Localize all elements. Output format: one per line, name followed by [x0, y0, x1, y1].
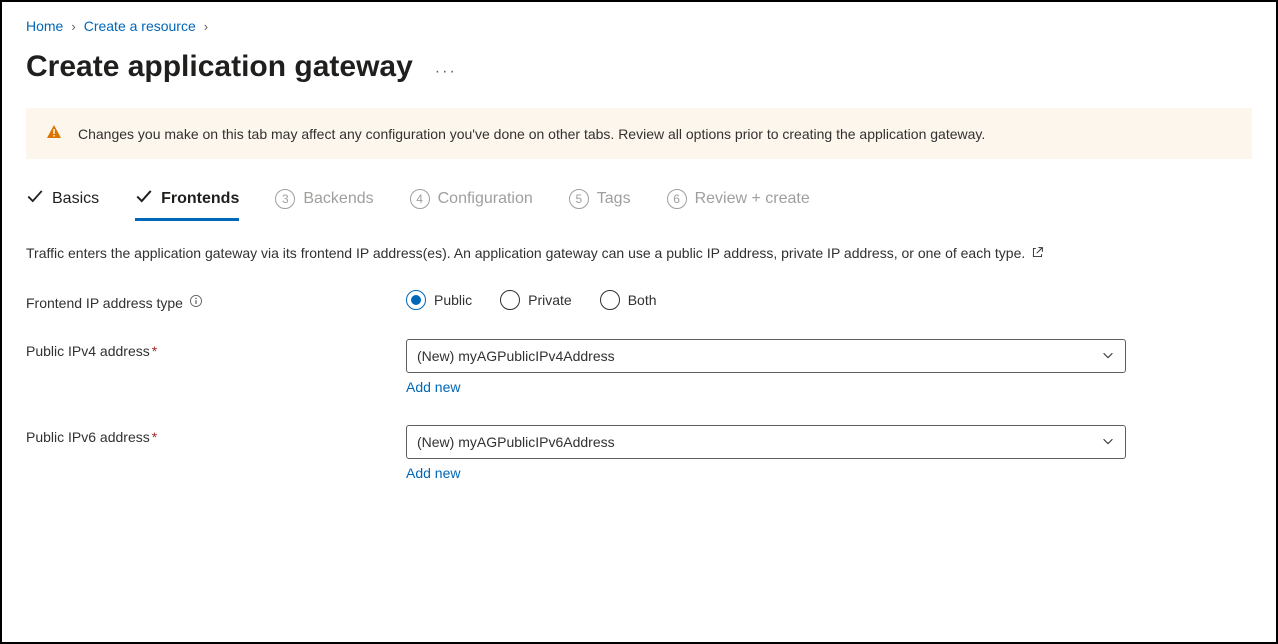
tab-backends[interactable]: 3 Backends: [275, 189, 373, 220]
ipv6-select[interactable]: (New) myAGPublicIPv6Address: [406, 425, 1126, 459]
step-number-icon: 6: [667, 189, 687, 209]
page-actions-ellipsis[interactable]: ···: [435, 53, 457, 81]
ipv6-add-new-link[interactable]: Add new: [406, 465, 460, 481]
tab-basics[interactable]: Basics: [26, 187, 99, 221]
form-row-ip-type: Frontend IP address type Public Private: [26, 290, 1252, 311]
radio-both[interactable]: Both: [600, 290, 657, 310]
chevron-down-icon: [1101, 434, 1115, 451]
tab-label: Basics: [52, 190, 99, 208]
warning-icon: [46, 124, 62, 143]
tab-label: Frontends: [161, 190, 239, 208]
page-title-row: Create application gateway ···: [26, 50, 1252, 84]
form-control-ipv6: (New) myAGPublicIPv6Address Add new: [406, 425, 1126, 483]
step-number-icon: 4: [410, 189, 430, 209]
page-container: Home › Create a resource › Create applic…: [2, 6, 1276, 535]
form-label-ipv4: Public IPv4 address*: [26, 339, 406, 359]
form-row-ipv4: Public IPv4 address* (New) myAGPublicIPv…: [26, 339, 1252, 397]
tab-label: Review + create: [695, 190, 810, 208]
radio-icon: [500, 290, 520, 310]
tab-tags[interactable]: 5 Tags: [569, 189, 631, 220]
ipv4-select[interactable]: (New) myAGPublicIPv4Address: [406, 339, 1126, 373]
select-value: (New) myAGPublicIPv4Address: [417, 348, 615, 364]
check-icon: [135, 187, 153, 210]
ipv4-add-new-link[interactable]: Add new: [406, 379, 460, 395]
label-text: Public IPv6 address*: [26, 429, 157, 445]
tab-label: Backends: [303, 190, 373, 208]
form-label-ip-type: Frontend IP address type: [26, 290, 406, 311]
warning-message: Changes you make on this tab may affect …: [78, 126, 985, 142]
form-label-ipv6: Public IPv6 address*: [26, 425, 406, 445]
radio-public[interactable]: Public: [406, 290, 472, 310]
description-text: Traffic enters the application gateway v…: [26, 245, 1025, 261]
breadcrumb: Home › Create a resource ›: [26, 18, 1252, 34]
radio-group-ip-type: Public Private Both: [406, 290, 1126, 310]
check-icon: [26, 187, 44, 210]
radio-label: Public: [434, 292, 472, 308]
breadcrumb-home[interactable]: Home: [26, 18, 63, 34]
tab-configuration[interactable]: 4 Configuration: [410, 189, 533, 220]
learn-more-link[interactable]: [1029, 245, 1044, 261]
breadcrumb-create-resource[interactable]: Create a resource: [84, 18, 196, 34]
radio-private[interactable]: Private: [500, 290, 572, 310]
tab-review-create[interactable]: 6 Review + create: [667, 189, 810, 220]
warning-bar: Changes you make on this tab may affect …: [26, 108, 1252, 159]
breadcrumb-separator: ›: [204, 19, 208, 34]
breadcrumb-separator: ›: [71, 19, 75, 34]
tabs: Basics Frontends 3 Backends 4 Configurat…: [26, 187, 1252, 221]
label-text: Public IPv4 address*: [26, 343, 157, 359]
form-row-ipv6: Public IPv6 address* (New) myAGPublicIPv…: [26, 425, 1252, 483]
tab-label: Configuration: [438, 190, 533, 208]
tab-description: Traffic enters the application gateway v…: [26, 243, 1086, 264]
page-title: Create application gateway: [26, 50, 413, 84]
radio-label: Both: [628, 292, 657, 308]
radio-icon: [600, 290, 620, 310]
form-control-ip-type: Public Private Both: [406, 290, 1126, 310]
step-number-icon: 5: [569, 189, 589, 209]
form-control-ipv4: (New) myAGPublicIPv4Address Add new: [406, 339, 1126, 397]
select-value: (New) myAGPublicIPv6Address: [417, 434, 615, 450]
label-text: Frontend IP address type: [26, 295, 183, 311]
external-link-icon: [1029, 245, 1044, 261]
tab-frontends[interactable]: Frontends: [135, 187, 239, 221]
step-number-icon: 3: [275, 189, 295, 209]
chevron-down-icon: [1101, 348, 1115, 365]
radio-icon: [406, 290, 426, 310]
radio-label: Private: [528, 292, 572, 308]
info-icon[interactable]: [189, 294, 203, 311]
tab-label: Tags: [597, 190, 631, 208]
